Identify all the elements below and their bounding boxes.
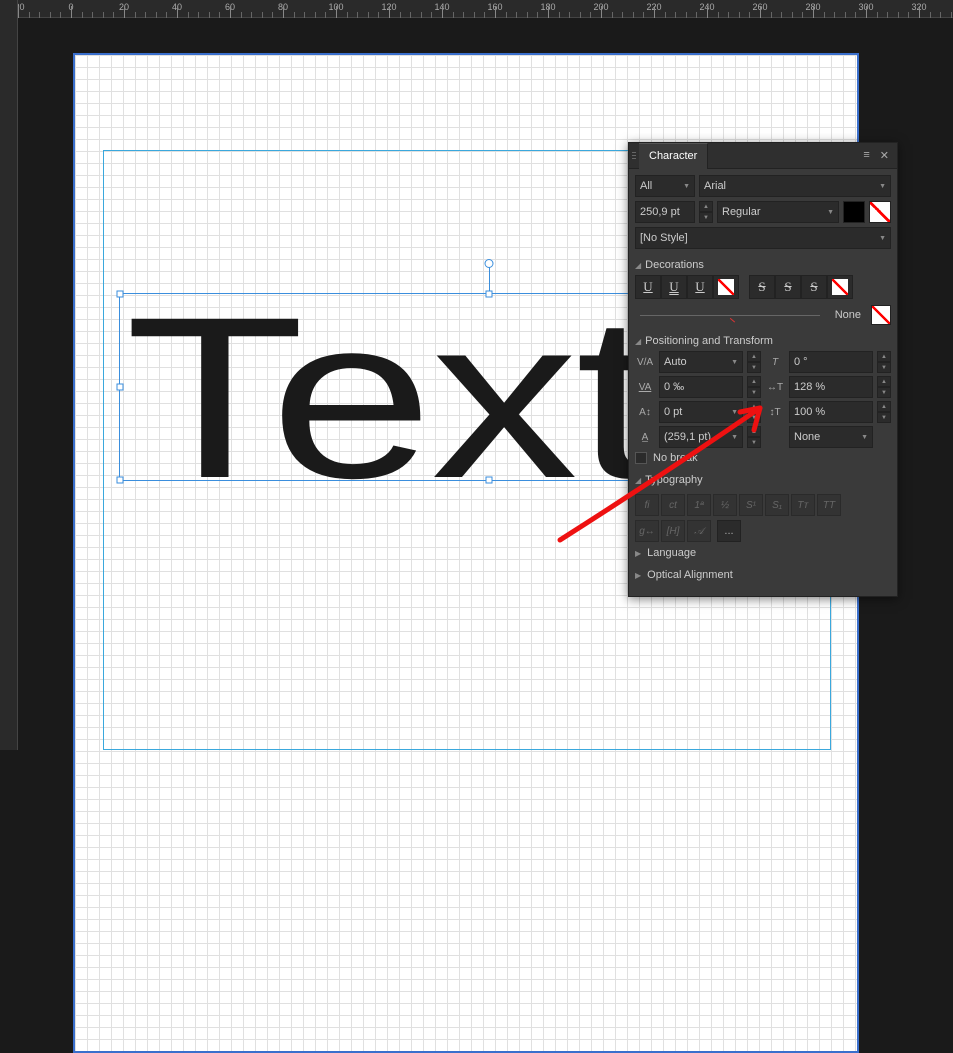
- panel-close-icon[interactable]: ✕: [880, 149, 889, 162]
- baseline-field[interactable]: 0 pt▼: [659, 401, 743, 423]
- baseline-spinner[interactable]: ▲▼: [747, 401, 761, 423]
- character-panel[interactable]: Character ≡ ✕ All▼ Arial▼ 250,9 pt ▲▼ Re…: [628, 142, 898, 597]
- superscript-button[interactable]: S¹: [739, 494, 763, 516]
- subscript-button[interactable]: S₁: [765, 494, 789, 516]
- swash-button[interactable]: 𝒜: [687, 520, 711, 542]
- line-style-label: None: [829, 309, 867, 321]
- baseline-icon: A↕: [635, 402, 655, 422]
- more-typography-button[interactable]: ...: [717, 520, 741, 542]
- font-weight-dropdown[interactable]: Regular▼: [717, 201, 839, 223]
- allcaps-button[interactable]: TT: [817, 494, 841, 516]
- panel-grip-icon[interactable]: [629, 152, 639, 159]
- vscale-icon: ↕T: [765, 402, 785, 422]
- tracking-field[interactable]: 0 ‰: [659, 376, 743, 398]
- tracking-spinner[interactable]: ▲▼: [747, 376, 761, 398]
- resize-handle-bl[interactable]: [117, 477, 124, 484]
- panel-header[interactable]: Character ≡ ✕: [629, 143, 897, 169]
- font-size-field[interactable]: 250,9 pt: [635, 201, 695, 223]
- hscale-field[interactable]: 128 %: [789, 376, 873, 398]
- horizontal-ruler[interactable]: -200204060801001201401601802002202402602…: [0, 0, 953, 18]
- character-style-dropdown[interactable]: [No Style]▼: [635, 227, 891, 249]
- text-bg-swatch[interactable]: [869, 201, 891, 223]
- leading-spinner[interactable]: ▲▼: [747, 426, 761, 448]
- strike-single-button[interactable]: S: [749, 275, 775, 299]
- language-section-header[interactable]: ▶Language: [635, 542, 891, 564]
- resize-handle-left[interactable]: [117, 384, 124, 391]
- vertical-ruler[interactable]: [0, 0, 18, 750]
- underline-color-button[interactable]: U: [687, 275, 713, 299]
- tracking-icon: VA: [635, 377, 655, 397]
- underline-double-button[interactable]: U: [661, 275, 687, 299]
- fractions-button[interactable]: ½: [713, 494, 737, 516]
- shear-icon: T: [765, 352, 785, 372]
- leading-mode-dropdown[interactable]: None▼: [789, 426, 873, 448]
- decorations-section-header[interactable]: ◢Decorations: [635, 253, 891, 275]
- standard-ligatures-button[interactable]: fi: [635, 494, 659, 516]
- resize-handle-bottom[interactable]: [486, 477, 493, 484]
- strike-color-button[interactable]: S: [801, 275, 827, 299]
- strike-none-button[interactable]: [827, 275, 853, 299]
- underline-none-button[interactable]: [713, 275, 739, 299]
- vscale-spinner[interactable]: ▲▼: [877, 401, 891, 423]
- typography-section-header[interactable]: ◢Typography: [635, 468, 891, 490]
- vscale-field[interactable]: 100 %: [789, 401, 873, 423]
- underline-single-button[interactable]: U: [635, 275, 661, 299]
- panel-menu-icon[interactable]: ≡: [863, 149, 869, 162]
- hscale-spinner[interactable]: ▲▼: [877, 376, 891, 398]
- rotation-stem: [489, 264, 490, 294]
- font-size-spinner[interactable]: ▲▼: [699, 201, 713, 223]
- kerning-field[interactable]: Auto▼: [659, 351, 743, 373]
- text-color-swatch[interactable]: [843, 201, 865, 223]
- character-tab[interactable]: Character: [639, 143, 708, 169]
- no-break-label: No break: [653, 452, 698, 464]
- positioning-section-header[interactable]: ◢Positioning and Transform: [635, 329, 891, 351]
- line-style-preview[interactable]: [635, 305, 825, 325]
- shear-field[interactable]: 0 °: [789, 351, 873, 373]
- kerning-icon: V/A: [635, 352, 655, 372]
- ordinals-button[interactable]: 1ª: [687, 494, 711, 516]
- leading-icon: A̲: [635, 427, 655, 447]
- strike-double-button[interactable]: S: [775, 275, 801, 299]
- shear-spinner[interactable]: ▲▼: [877, 351, 891, 373]
- resize-handle-tl[interactable]: [117, 291, 124, 298]
- stylistic-set-button[interactable]: g↔: [635, 520, 659, 542]
- case-sensitive-button[interactable]: [H]: [661, 520, 685, 542]
- contextual-alt-button[interactable]: ct: [661, 494, 685, 516]
- font-family-dropdown[interactable]: Arial▼: [699, 175, 891, 197]
- smallcaps-button[interactable]: Tᴛ: [791, 494, 815, 516]
- optical-alignment-section-header[interactable]: ▶Optical Alignment: [635, 564, 891, 586]
- font-filter-dropdown[interactable]: All▼: [635, 175, 695, 197]
- line-color-swatch[interactable]: [871, 305, 891, 325]
- leading-field[interactable]: (259,1 pt)▼: [659, 426, 743, 448]
- resize-handle-top[interactable]: [486, 291, 493, 298]
- kerning-spinner[interactable]: ▲▼: [747, 351, 761, 373]
- hscale-icon: ↔T: [765, 377, 785, 397]
- rotation-handle[interactable]: [485, 259, 494, 268]
- no-break-checkbox[interactable]: [635, 452, 647, 464]
